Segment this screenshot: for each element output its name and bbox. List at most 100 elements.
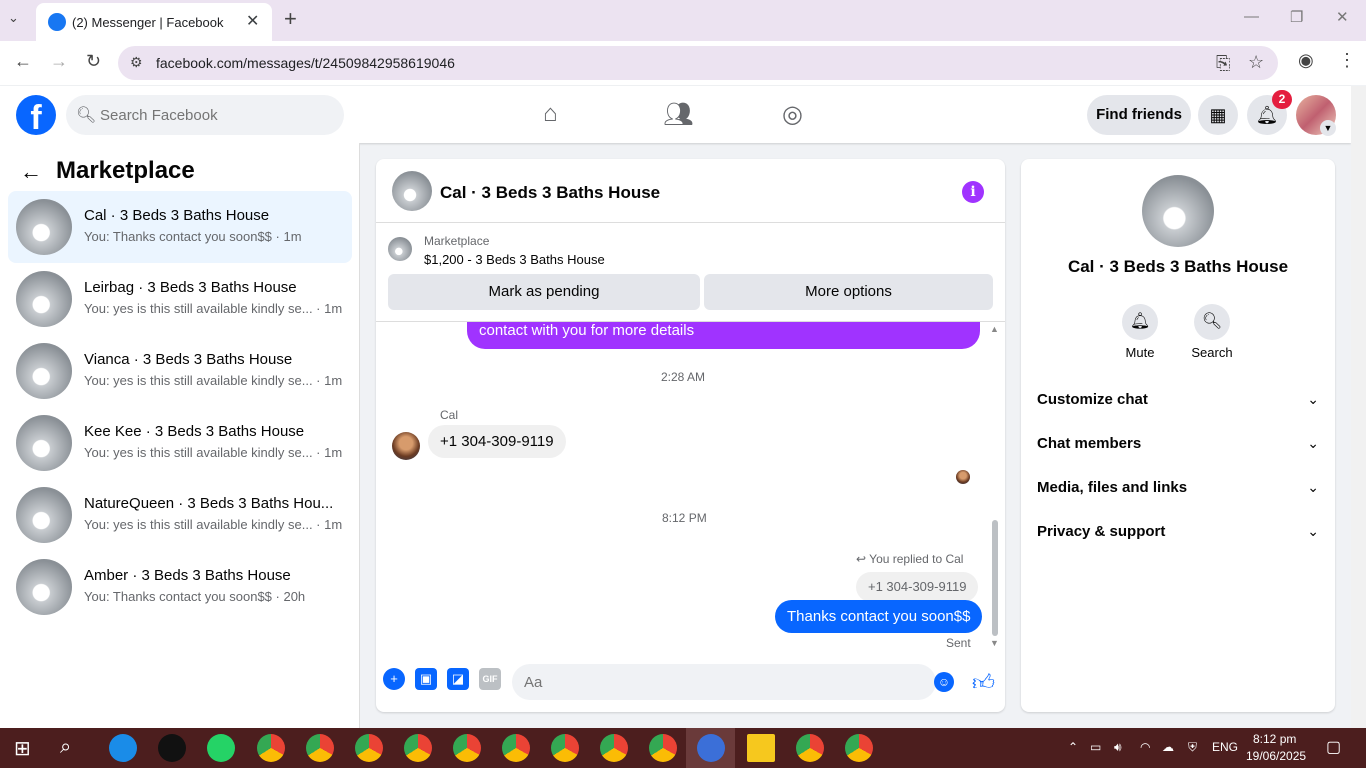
browser-tab[interactable]: (2) Messenger | Facebook ✕: [36, 3, 272, 41]
gif-icon[interactable]: GIF: [479, 668, 501, 690]
onedrive-icon[interactable]: ☁: [1162, 740, 1174, 754]
chrome-icon[interactable]: [453, 734, 481, 762]
sticker-icon[interactable]: ◪: [447, 668, 469, 690]
chat-title[interactable]: Cal · 3 Beds 3 Baths House: [440, 183, 660, 203]
conversation-snippet: You: yes is this still available kindly …: [84, 373, 343, 388]
clock-date[interactable]: 19/06/2025: [1246, 749, 1306, 763]
media-files-links-section[interactable]: Media, files and links ⌄: [1037, 467, 1319, 511]
chrome-icon[interactable]: [502, 734, 530, 762]
chrome-icon[interactable]: [796, 734, 824, 762]
message-input[interactable]: [524, 664, 904, 700]
find-friends-button[interactable]: Find friends: [1087, 95, 1191, 135]
scroll-up-icon[interactable]: ▲: [990, 324, 999, 334]
profile-icon[interactable]: ◉: [1298, 50, 1314, 71]
conversation-item[interactable]: Cal · 3 Beds 3 Baths House You: Thanks c…: [8, 191, 352, 263]
message-scrollbar[interactable]: ▲ ▼: [988, 322, 1002, 654]
close-window-icon[interactable]: ✕: [1336, 8, 1349, 26]
close-tab-icon[interactable]: ✕: [246, 11, 259, 31]
facebook-logo-icon[interactable]: f: [16, 95, 56, 135]
emoji-icon[interactable]: ☺: [934, 672, 954, 692]
battery-icon[interactable]: ▭: [1090, 740, 1101, 754]
install-app-icon[interactable]: ⎘: [1216, 53, 1230, 74]
wifi-icon[interactable]: ◠: [1140, 740, 1150, 754]
chevron-up-icon[interactable]: ⌃: [1068, 740, 1078, 754]
back-icon[interactable]: ←: [14, 51, 32, 72]
message-bubble[interactable]: Thanks contact you soon$$: [775, 600, 983, 633]
facebook-search[interactable]: 🔍︎: [66, 95, 344, 135]
chrome-icon[interactable]: [845, 734, 873, 762]
thumbs-up-icon[interactable]: 👍︎: [972, 669, 995, 696]
chevron-down-icon[interactable]: ▼: [1320, 120, 1336, 136]
sticky-notes-icon[interactable]: [747, 734, 775, 762]
info-icon[interactable]: i: [962, 181, 984, 203]
customize-chat-section[interactable]: Customize chat ⌄: [1037, 379, 1319, 423]
photo-icon[interactable]: ▣: [415, 668, 437, 690]
message-text: Thanks contact you soon$$: [787, 608, 971, 625]
minimize-icon[interactable]: —: [1244, 8, 1259, 25]
language-indicator[interactable]: ENG: [1212, 740, 1238, 754]
tab-search-icon[interactable]: ⌄: [8, 10, 19, 26]
new-tab-icon[interactable]: +: [284, 6, 297, 32]
conversation-item[interactable]: Leirbag · 3 Beds 3 Baths House You: yes …: [8, 263, 352, 335]
more-options-button[interactable]: More options: [704, 274, 993, 310]
volume-icon[interactable]: 🔊︎: [1114, 740, 1122, 755]
conversation-item[interactable]: NatureQueen · 3 Beds 3 Baths Hou... You:…: [8, 479, 352, 551]
groups-icon[interactable]: ◎: [782, 100, 803, 129]
snipping-tool-icon[interactable]: [697, 734, 725, 762]
chrome-icon[interactable]: [257, 734, 285, 762]
back-arrow-icon[interactable]: ←: [20, 159, 42, 185]
message-bubble[interactable]: contact with you for more details: [467, 322, 980, 349]
chrome-icon[interactable]: [600, 734, 628, 762]
chrome-icon[interactable]: [404, 734, 432, 762]
forward-icon[interactable]: →: [50, 51, 68, 72]
quoted-message[interactable]: +1 304-309-9119: [856, 572, 979, 602]
conversation-name: Cal · 3 Beds 3 Baths House: [84, 207, 270, 224]
page-scrollbar[interactable]: [1351, 86, 1366, 728]
menu-icon[interactable]: ⋮: [1338, 50, 1356, 71]
mark-as-pending-button[interactable]: Mark as pending: [388, 274, 700, 310]
scroll-thumb[interactable]: [992, 520, 998, 636]
scroll-down-icon[interactable]: ▼: [990, 638, 999, 648]
conversation-item[interactable]: Vianca · 3 Beds 3 Baths House You: yes i…: [8, 335, 352, 407]
chrome-icon[interactable]: [551, 734, 579, 762]
windows-start-icon[interactable]: ⊞: [14, 736, 31, 761]
search-input[interactable]: [100, 95, 330, 135]
avatar[interactable]: [1142, 175, 1214, 247]
notification-center-icon[interactable]: ▢: [1326, 737, 1341, 757]
message-bubble[interactable]: +1 304-309-9119: [428, 425, 566, 458]
privacy-support-section[interactable]: Privacy & support ⌄: [1037, 511, 1319, 555]
tiktok-icon[interactable]: [158, 734, 186, 762]
restore-icon[interactable]: ❐: [1290, 8, 1303, 26]
site-info-icon[interactable]: ⚙: [130, 54, 143, 71]
reload-icon[interactable]: ↻: [86, 51, 101, 72]
listing-price[interactable]: $1,200 - 3 Beds 3 Baths House: [424, 252, 605, 267]
menu-grid-icon[interactable]: ▦: [1198, 95, 1238, 135]
home-icon[interactable]: ⌂: [543, 100, 558, 128]
message-list[interactable]: contact with you for more details 2:28 A…: [376, 321, 1005, 655]
chrome-icon[interactable]: [355, 734, 383, 762]
chat-members-section[interactable]: Chat members ⌄: [1037, 423, 1319, 467]
chrome-icon[interactable]: [649, 734, 677, 762]
chrome-icon[interactable]: [306, 734, 334, 762]
url-text: facebook.com/messages/t/2450984295861904…: [156, 55, 455, 71]
friends-icon[interactable]: 👥︎: [663, 100, 693, 129]
search-icon[interactable]: ⌕: [60, 736, 71, 759]
whatsapp-icon[interactable]: [207, 734, 235, 762]
facebook-header: f 🔍︎ ⌂ 👥︎ ◎ Find friends ▦ 🔔︎ 2 ▼: [0, 86, 1351, 143]
bookmark-star-icon[interactable]: ☆: [1248, 52, 1264, 73]
plus-icon[interactable]: +: [383, 668, 405, 690]
chevron-down-icon: ⌄: [1307, 479, 1319, 495]
clock-time[interactable]: 8:12 pm: [1253, 732, 1296, 746]
conversation-item[interactable]: Kee Kee · 3 Beds 3 Baths House You: yes …: [8, 407, 352, 479]
address-bar[interactable]: ⚙ facebook.com/messages/t/24509842958619…: [118, 46, 1278, 80]
avatar: [16, 199, 72, 255]
edge-icon[interactable]: [109, 734, 137, 762]
avatar[interactable]: [392, 171, 432, 211]
defender-icon[interactable]: ⛨: [1188, 740, 1197, 755]
search-icon: 🔍︎: [76, 107, 97, 124]
mute-bell-icon[interactable]: 🔔︎: [1122, 304, 1158, 340]
avatar[interactable]: [392, 432, 420, 460]
search-icon[interactable]: 🔍︎: [1194, 304, 1230, 340]
conversation-item[interactable]: Amber · 3 Beds 3 Baths House You: Thanks…: [8, 551, 352, 623]
seen-avatar: [956, 470, 970, 484]
